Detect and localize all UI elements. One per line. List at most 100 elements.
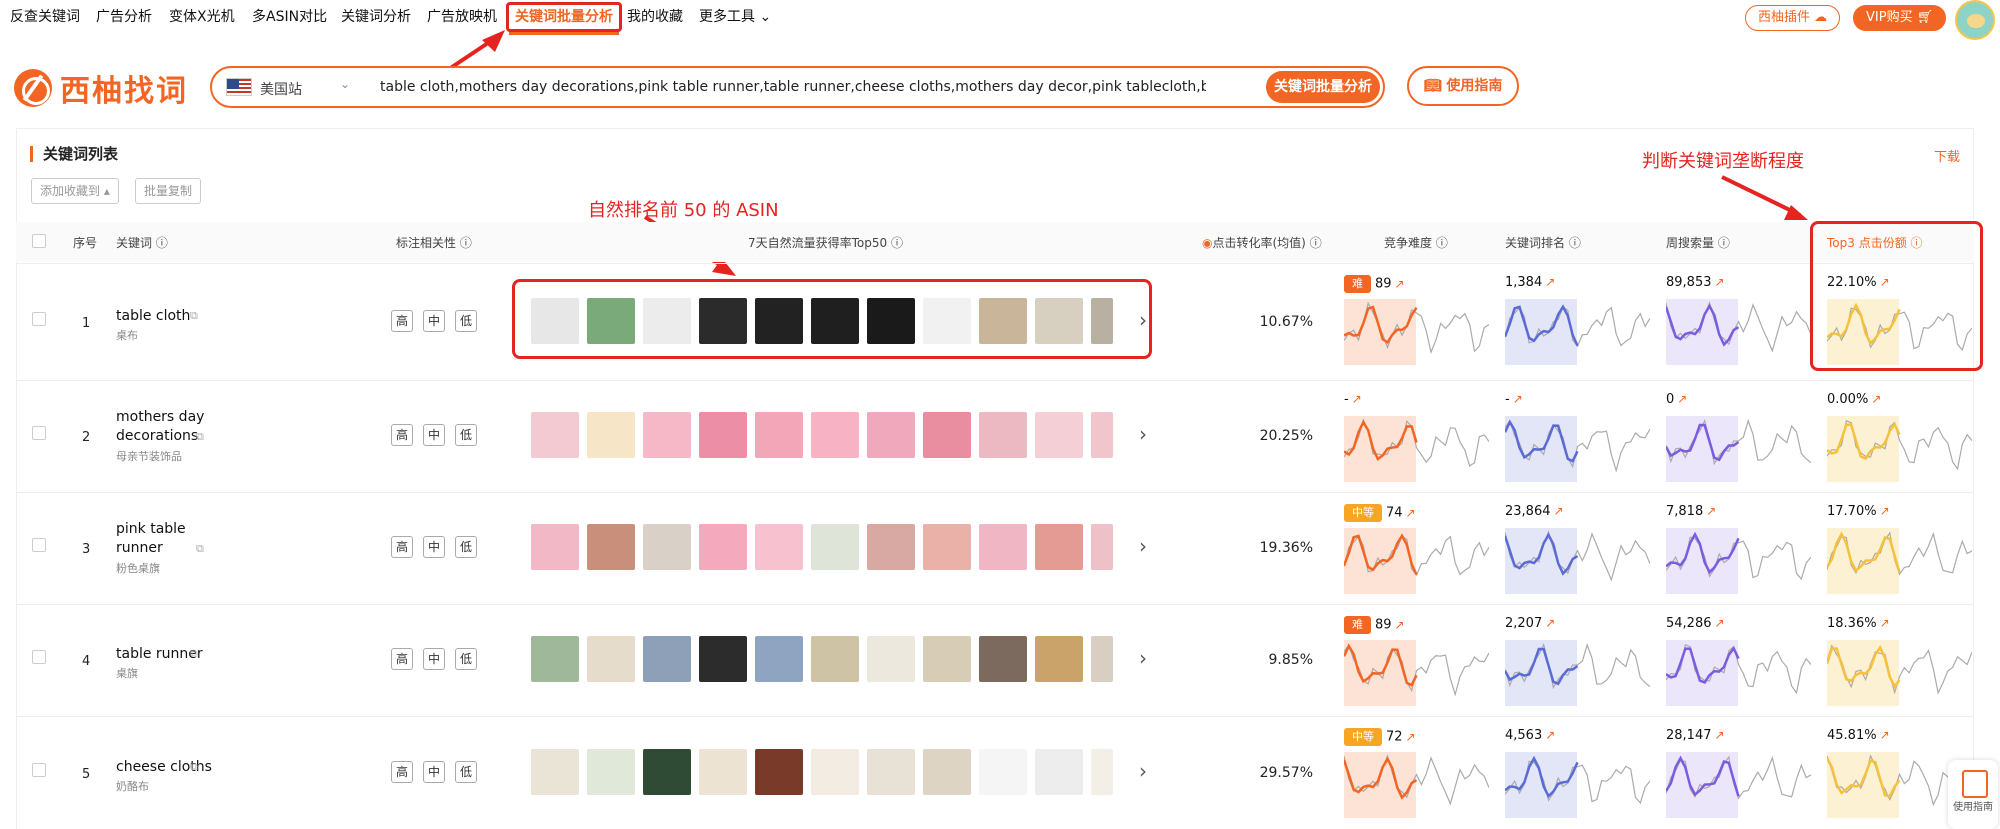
row-checkbox[interactable]: [32, 762, 46, 777]
asin-thumbnail[interactable]: [811, 524, 859, 570]
asin-thumbnail[interactable]: [1035, 636, 1083, 682]
trend-chart-icon[interactable]: ↗: [1513, 392, 1523, 406]
asin-thumbnail[interactable]: [755, 636, 803, 682]
trend-chart-icon[interactable]: ↗: [1395, 618, 1405, 632]
asin-thumbnail[interactable]: [979, 748, 1027, 795]
asin-thumbnail[interactable]: [587, 524, 635, 570]
trend-chart-icon[interactable]: ↗: [1545, 728, 1555, 742]
asin-thumbnail[interactable]: [587, 412, 635, 458]
trend-chart-icon[interactable]: ↗: [1880, 728, 1890, 742]
asin-thumbnail[interactable]: [531, 636, 579, 682]
relevance-low-button[interactable]: 低: [455, 760, 477, 783]
download-link[interactable]: 下载: [1934, 146, 1960, 165]
keyword-text[interactable]: cheese cloths: [116, 758, 226, 777]
asin-thumbnail[interactable]: [867, 524, 915, 570]
asin-thumbnail[interactable]: [531, 748, 579, 795]
asin-thumbnail[interactable]: [923, 636, 971, 682]
batch-copy-button[interactable]: 批量复制: [135, 178, 202, 204]
trend-chart-icon[interactable]: ↗: [1352, 392, 1362, 406]
trend-chart-icon[interactable]: ↗: [1406, 730, 1416, 744]
trend-chart-icon[interactable]: ↗: [1715, 616, 1725, 630]
copy-icon[interactable]: ⧉: [190, 309, 198, 323]
asin-thumbnail[interactable]: [923, 748, 971, 795]
asin-thumbnail[interactable]: [755, 412, 803, 458]
help-icon[interactable]: ⓘ: [1569, 236, 1581, 250]
brand-logo[interactable]: 西柚找词: [14, 66, 188, 110]
relevance-high-button[interactable]: 高: [391, 424, 413, 446]
help-icon[interactable]: ⓘ: [1436, 236, 1448, 250]
trend-chart-icon[interactable]: ↗: [1715, 728, 1725, 742]
help-icon[interactable]: ⓘ: [1310, 236, 1322, 250]
trend-chart-icon[interactable]: ↗: [1880, 616, 1890, 630]
keyword-input[interactable]: table cloth,mothers day decorations,pink…: [380, 79, 1206, 95]
keyword-text[interactable]: mothers day decorations: [116, 408, 226, 446]
asin-thumbnail[interactable]: [587, 636, 635, 682]
relevance-mid-button[interactable]: 中: [423, 648, 445, 670]
asin-thumbnail[interactable]: [867, 412, 915, 458]
asin-thumbnail[interactable]: [1091, 636, 1113, 682]
asin-thumbnail[interactable]: [699, 412, 747, 458]
copy-icon[interactable]: ⧉: [196, 542, 204, 556]
relevance-low-button[interactable]: 低: [455, 536, 477, 558]
relevance-low-button[interactable]: 低: [455, 309, 477, 332]
chevron-right-icon[interactable]: ›: [1139, 646, 1147, 670]
asin-thumbnail[interactable]: [811, 636, 859, 682]
asin-thumbnail[interactable]: [811, 412, 859, 458]
asin-thumbnail[interactable]: [1035, 412, 1083, 458]
copy-icon[interactable]: ⧉: [190, 647, 198, 661]
row-checkbox[interactable]: [32, 650, 46, 664]
help-icon[interactable]: ⓘ: [1718, 236, 1730, 250]
asin-thumbnail[interactable]: [923, 412, 971, 458]
help-icon[interactable]: ⓘ: [156, 236, 168, 250]
asin-thumbnail[interactable]: [1091, 748, 1113, 795]
relevance-mid-button[interactable]: 中: [423, 760, 445, 783]
floating-guide-button[interactable]: 使用指南: [1948, 760, 1998, 829]
asin-thumbnail[interactable]: [699, 524, 747, 570]
asin-thumbnail[interactable]: [531, 412, 579, 458]
relevance-low-button[interactable]: 低: [455, 424, 477, 446]
help-icon[interactable]: ⓘ: [891, 236, 903, 250]
asin-thumbnail[interactable]: [643, 412, 691, 458]
relevance-mid-button[interactable]: 中: [423, 536, 445, 558]
keyword-text[interactable]: table cloth: [116, 307, 226, 326]
trend-chart-icon[interactable]: ↗: [1545, 275, 1555, 289]
add-favorite-button[interactable]: 添加收藏到 ▴: [31, 178, 119, 204]
asin-thumbnail[interactable]: [1035, 524, 1083, 570]
relevance-high-button[interactable]: 高: [391, 760, 413, 783]
row-checkbox[interactable]: [32, 426, 46, 440]
asin-thumbnail[interactable]: [643, 524, 691, 570]
trend-chart-icon[interactable]: ↗: [1545, 616, 1555, 630]
asin-thumbnail[interactable]: [755, 748, 803, 795]
asin-thumbnail[interactable]: [699, 636, 747, 682]
copy-icon[interactable]: ⧉: [196, 430, 204, 444]
asin-thumbnail[interactable]: [587, 748, 635, 795]
trend-chart-icon[interactable]: ↗: [1715, 275, 1725, 289]
chevron-right-icon[interactable]: ›: [1139, 422, 1147, 446]
chevron-down-icon[interactable]: ⌄: [340, 77, 350, 91]
chevron-right-icon[interactable]: ›: [1139, 759, 1147, 783]
asin-thumbnail[interactable]: [755, 524, 803, 570]
asin-thumbnail[interactable]: [643, 748, 691, 795]
trend-chart-icon[interactable]: ↗: [1706, 504, 1716, 518]
keyword-text[interactable]: pink table runner: [116, 520, 226, 558]
row-checkbox[interactable]: [32, 538, 46, 552]
relevance-high-button[interactable]: 高: [391, 648, 413, 670]
help-icon[interactable]: ⓘ: [460, 236, 472, 250]
trend-chart-icon[interactable]: ↗: [1677, 392, 1687, 406]
relevance-low-button[interactable]: 低: [455, 648, 477, 670]
trend-chart-icon[interactable]: ↗: [1554, 504, 1564, 518]
asin-thumbnail[interactable]: [979, 412, 1027, 458]
trend-chart-icon[interactable]: ↗: [1406, 506, 1416, 520]
asin-thumbnail[interactable]: [979, 636, 1027, 682]
row-checkbox[interactable]: [32, 311, 46, 326]
copy-icon[interactable]: ⧉: [190, 760, 198, 774]
guide-button[interactable]: 📖︎ 使用指南: [1407, 66, 1519, 106]
relevance-high-button[interactable]: 高: [391, 309, 413, 332]
batch-analyze-button[interactable]: 关键词批量分析: [1266, 71, 1380, 103]
asin-thumbnail[interactable]: [811, 748, 859, 795]
asin-thumbnail[interactable]: [867, 748, 915, 795]
asin-thumbnail[interactable]: [923, 524, 971, 570]
select-all-checkbox[interactable]: [32, 234, 46, 248]
trend-chart-icon[interactable]: ↗: [1880, 504, 1890, 518]
relevance-mid-button[interactable]: 中: [423, 309, 445, 332]
